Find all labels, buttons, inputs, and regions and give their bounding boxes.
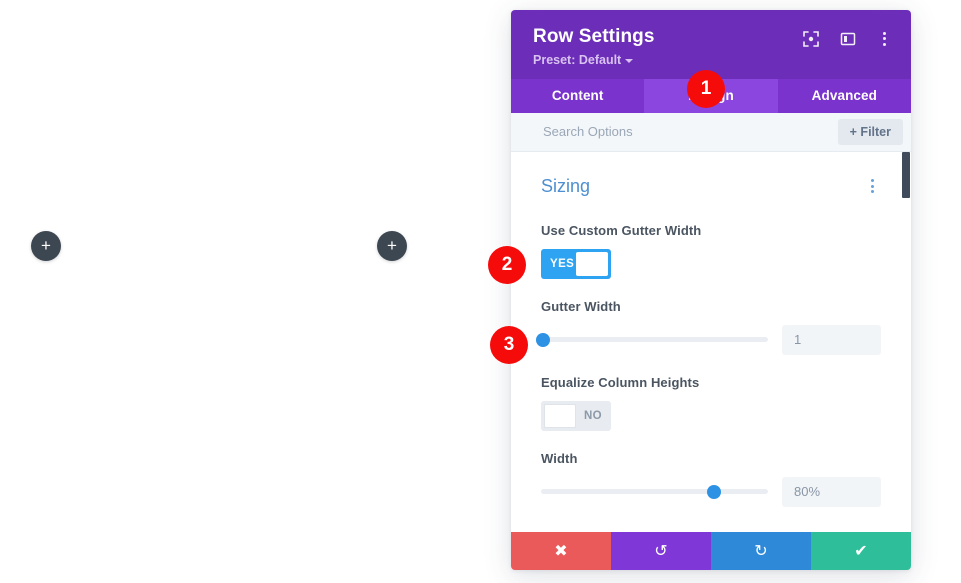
- panel-scrollbar[interactable]: [902, 151, 911, 532]
- field-use-custom-gutter-width: Use Custom Gutter Width YES: [541, 223, 881, 279]
- field-label: Equalize Column Heights: [541, 374, 700, 390]
- panel-body: Sizing Use Custom Gutter Width YES Gutte…: [511, 151, 911, 532]
- plus-icon: +: [41, 235, 51, 255]
- equalize-column-heights-toggle[interactable]: NO: [541, 400, 611, 431]
- gutter-width-value[interactable]: 1: [782, 324, 881, 355]
- slider-handle[interactable]: [536, 332, 551, 347]
- callout-badge-3: 3: [490, 326, 528, 364]
- width-value[interactable]: 80%: [782, 476, 881, 507]
- toggle-knob: [544, 403, 576, 428]
- field-label: Use Custom Gutter Width: [541, 222, 702, 238]
- panel-footer: ✖ ↺ ↻ ✔: [511, 532, 911, 570]
- panel-header-actions: [802, 30, 893, 47]
- redo-button[interactable]: ↻: [711, 532, 811, 570]
- gutter-width-slider[interactable]: [536, 331, 768, 349]
- toggle-state-label: NO: [583, 409, 602, 422]
- save-changes-button[interactable]: ✔: [811, 532, 911, 570]
- panel-header: Row Settings Preset: Default: [511, 10, 911, 79]
- width-slider[interactable]: [541, 483, 768, 501]
- chevron-down-icon: [625, 58, 634, 63]
- callout-badge-1: 1: [687, 70, 725, 108]
- add-section-button-left[interactable]: +: [31, 231, 61, 261]
- focus-target-icon[interactable]: [802, 30, 819, 47]
- field-width: Width 80%: [541, 451, 881, 507]
- section-header-sizing: Sizing: [541, 152, 881, 203]
- slider-track: [541, 489, 768, 495]
- preset-label: Preset: Default: [533, 52, 622, 67]
- gutter-width-control: 1: [536, 324, 881, 355]
- plus-icon: +: [387, 235, 397, 255]
- vertical-dots: [871, 179, 874, 194]
- layout-panel-icon[interactable]: [839, 30, 856, 47]
- scrollbar-thumb[interactable]: [902, 151, 910, 198]
- tab-advanced[interactable]: Advanced: [778, 79, 911, 113]
- field-gutter-width: Gutter Width 1: [536, 298, 881, 355]
- use-custom-gutter-width-toggle[interactable]: YES: [541, 248, 611, 279]
- width-control: 80%: [541, 476, 881, 507]
- more-options-icon[interactable]: [876, 30, 893, 47]
- callout-badge-2: 2: [488, 246, 526, 284]
- filter-button[interactable]: + Filter: [837, 118, 903, 145]
- tab-content[interactable]: Content: [511, 79, 644, 113]
- vertical-dots: [883, 31, 886, 46]
- section-more-options-icon[interactable]: [864, 178, 881, 195]
- toggle-knob: [576, 251, 608, 276]
- discard-changes-button[interactable]: ✖: [511, 532, 611, 570]
- section-title: Sizing: [541, 175, 591, 196]
- field-label: Width: [541, 450, 578, 466]
- field-label: Gutter Width: [541, 298, 621, 314]
- field-equalize-column-heights: Equalize Column Heights NO: [541, 375, 881, 431]
- add-section-button-right[interactable]: +: [377, 231, 407, 261]
- search-input[interactable]: [541, 123, 838, 141]
- search-bar: + Filter: [511, 112, 911, 152]
- preset-selector[interactable]: Preset: Default: [533, 53, 889, 67]
- slider-track: [541, 337, 768, 343]
- slider-handle[interactable]: [706, 484, 721, 499]
- undo-button[interactable]: ↺: [611, 532, 711, 570]
